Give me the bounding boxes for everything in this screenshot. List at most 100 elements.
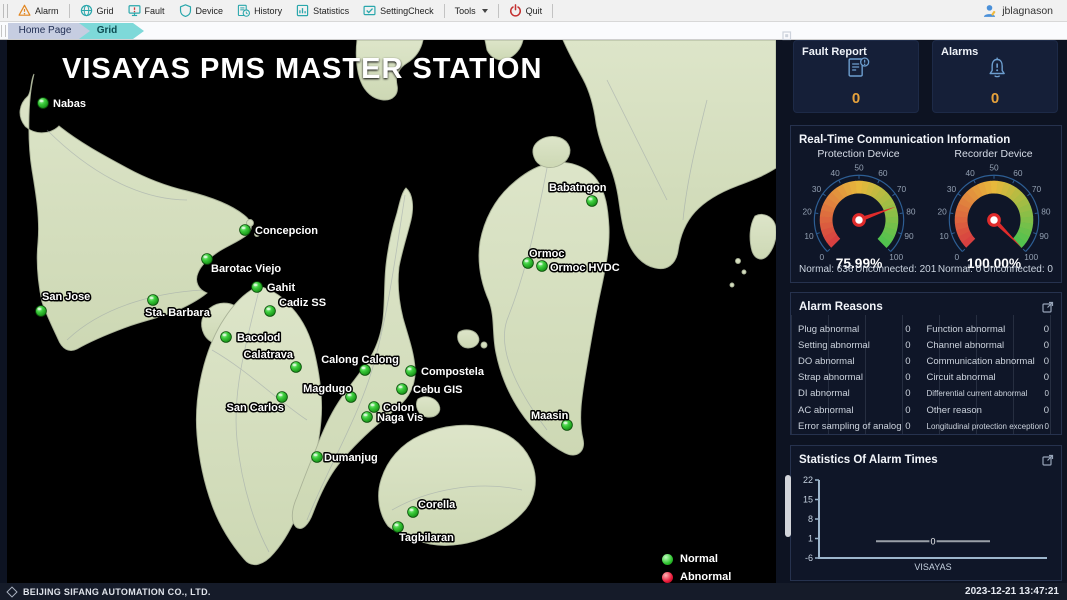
toolbar-item-statistics[interactable]: Statistics (289, 0, 356, 22)
y-tick-label: -6 (805, 553, 813, 563)
panel-title: Real-Time Communication Information (791, 126, 1061, 148)
gauge-tick-label: 40 (830, 168, 840, 178)
status-clock: 2023-12-21 13:47:21 (965, 586, 1059, 597)
expand-icon[interactable] (1042, 301, 1054, 313)
user-avatar-icon (982, 4, 997, 18)
station-label: Sta. Barbara (145, 307, 211, 319)
toolbar-item-fault[interactable]: Fault (121, 0, 172, 22)
alarm-reason-row: Error sampling of analog0 (798, 418, 917, 434)
station-dot-icon[interactable] (148, 295, 159, 306)
station-dot-icon[interactable] (240, 225, 251, 236)
station-dot-icon[interactable] (393, 522, 404, 533)
station-dot-icon[interactable] (537, 261, 548, 272)
toolbar-item-tools[interactable]: Tools (448, 0, 495, 22)
station-dot-highlight (362, 367, 366, 369)
normal-status-dot-icon (662, 554, 673, 565)
fault-report-card[interactable]: Fault Report 0 (793, 40, 919, 113)
tab-home-page[interactable]: Home Page (8, 23, 90, 39)
station-dot-highlight (150, 297, 154, 299)
gauge-tick-label: 90 (904, 231, 914, 241)
alarm-reason-value: 0 (1044, 356, 1055, 367)
station-marker[interactable]: Gahit (252, 282, 296, 294)
toolbar-item-device[interactable]: Device (172, 0, 231, 22)
station-label: Cebu GIS (413, 384, 463, 396)
x-category-label: VISAYAS (914, 562, 951, 572)
station-dot-icon[interactable] (312, 452, 323, 463)
y-tick-label: 1 (808, 534, 813, 544)
alarms-card[interactable]: Alarms 0 (932, 40, 1058, 113)
alarm-reason-row: Channel abnormal0 (927, 337, 1056, 353)
vertical-scrollbar-thumb[interactable] (785, 475, 791, 537)
station-label: Nabas (53, 98, 86, 110)
legend-item-abnormal: Abnormal (662, 568, 731, 583)
alarms-count: 0 (933, 90, 1057, 107)
alarm-reason-value: 0 (905, 324, 916, 335)
alarm-reason-label: Other reason (927, 405, 982, 416)
station-dot-icon[interactable] (360, 365, 371, 376)
alarm-reason-row: Function abnormal0 (927, 321, 1056, 337)
station-dot-highlight (267, 308, 271, 310)
gauge-tick-label: 70 (896, 184, 906, 194)
station-dot-icon[interactable] (406, 366, 417, 377)
gauge-hub-center (855, 216, 862, 223)
station-dot-icon[interactable] (38, 98, 49, 109)
gauge-tick (1033, 233, 1036, 234)
station-dot-icon[interactable] (362, 412, 373, 423)
alarm-reason-label: Circuit abnormal (927, 372, 996, 383)
station-dot-icon[interactable] (408, 507, 419, 518)
map-canvas[interactable]: NabasConcepcionBarotac ViejoSan JoseSta.… (7, 40, 776, 583)
station-label: Babatngon (549, 182, 607, 194)
station-label: Naga Vis (377, 412, 423, 424)
station-dot-icon[interactable] (252, 282, 263, 293)
station-dot-icon[interactable] (369, 402, 380, 413)
tabbar-grip[interactable] (1, 25, 6, 37)
alarm-reason-label: DO abnormal (798, 356, 855, 367)
station-dot-icon[interactable] (587, 196, 598, 207)
user-menu[interactable]: jblagnason (982, 4, 1067, 18)
alarm-reason-row: Circuit abnormal0 (927, 370, 1056, 386)
station-marker[interactable]: Compostela (406, 366, 485, 378)
abnormal-status-dot-icon (662, 572, 673, 583)
alarm-reason-label: Differential current abnormal (927, 389, 1028, 398)
toolbar-item-label: Statistics (313, 6, 349, 16)
station-marker[interactable]: Ormoc HVDC (537, 261, 620, 274)
gauge-tick (892, 194, 895, 196)
toolbar-item-settingcheck[interactable]: SettingCheck (356, 0, 441, 22)
station-marker[interactable]: Barotac Viejo (202, 254, 282, 275)
gauge-tick (822, 194, 825, 196)
station-dot-icon[interactable] (36, 306, 47, 317)
alarm-reason-row: DI abnormal0 (798, 386, 917, 402)
toolbar-item-quit[interactable]: Quit (502, 0, 550, 22)
station-dot-highlight (589, 198, 593, 200)
toolbar-item-alarm[interactable]: Alarm (11, 0, 66, 22)
gauge-tick-label: 100 (1024, 252, 1038, 262)
recorder-device-gauge: Recorder Device 010203040506070809010010… (926, 148, 1061, 278)
bar-value-label: 0 (930, 536, 935, 546)
toolbar-item-grid[interactable]: Grid (73, 0, 121, 22)
station-label: Tagbilaran (399, 532, 454, 544)
alarm-reason-label: Communication abnormal (927, 356, 1035, 367)
station-label: Gahit (267, 282, 295, 294)
station-marker[interactable]: Nabas (38, 98, 86, 110)
collapse-panel-icon[interactable] (782, 31, 792, 41)
toolbar-item-history[interactable]: History (230, 0, 289, 22)
station-dot-icon[interactable] (291, 362, 302, 373)
gauge-tick (1012, 180, 1014, 183)
station-dot-icon[interactable] (397, 384, 408, 395)
alarm-reason-row: Setting abnormal0 (798, 337, 917, 353)
station-label: Bacolod (237, 332, 280, 344)
toolbar-item-label: Fault (145, 6, 165, 16)
station-dot-icon[interactable] (277, 392, 288, 403)
toolbar-separator (498, 4, 499, 18)
station-dot-icon[interactable] (221, 332, 232, 343)
map-title: VISAYAS PMS MASTER STATION (62, 53, 542, 86)
alarm-reason-value: 0 (905, 388, 916, 399)
station-dot-highlight (564, 422, 568, 424)
y-tick-label: 15 (803, 495, 813, 505)
alarm-reason-label: Longitudinal protection exception (927, 422, 1044, 431)
gauge-tick (1027, 194, 1030, 196)
station-dot-icon[interactable] (265, 306, 276, 317)
station-label: Corella (418, 499, 456, 511)
toolbar-grip[interactable] (3, 4, 8, 18)
fault-report-document-icon (845, 55, 872, 81)
